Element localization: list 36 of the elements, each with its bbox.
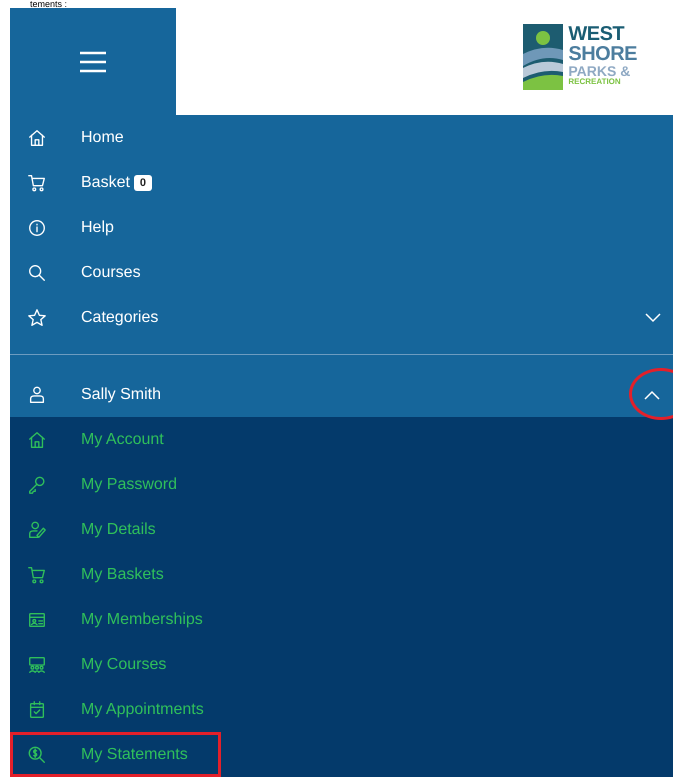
chevron-icon[interactable] xyxy=(644,390,660,400)
account-menu-item[interactable]: My Account xyxy=(10,417,673,462)
menu-icon xyxy=(78,50,108,72)
star-icon xyxy=(27,308,47,328)
home-icon xyxy=(27,430,47,450)
account-menu-item[interactable]: My Appointments xyxy=(10,687,673,732)
menu-item[interactable]: Courses xyxy=(10,250,673,295)
account-menu-item[interactable]: My Baskets xyxy=(10,552,673,597)
logo-text: WEST xyxy=(568,24,626,44)
group-icon xyxy=(27,654,47,674)
home-icon xyxy=(27,128,47,148)
cart-icon xyxy=(27,172,47,192)
count-badge: 0 xyxy=(134,174,152,190)
search-icon xyxy=(27,262,47,282)
cart-icon xyxy=(27,564,47,584)
logo-text: PARKS & xyxy=(568,64,632,78)
statement-search-icon xyxy=(27,744,47,764)
calendar-check-icon xyxy=(27,700,47,720)
menu-item[interactable]: Home xyxy=(10,115,673,160)
info-icon xyxy=(27,218,47,238)
user-edit-icon xyxy=(27,520,47,540)
user-icon xyxy=(27,384,47,404)
menu-item[interactable]: Categories xyxy=(10,295,673,340)
account-menu-item[interactable]: My Details xyxy=(10,507,673,552)
account-menu-item[interactable]: My Password xyxy=(10,462,673,507)
account-menu-item[interactable]: My Statements xyxy=(10,732,221,777)
menu-item[interactable]: Basket 0 xyxy=(10,160,673,205)
menu-item[interactable]: Help xyxy=(10,205,673,250)
account-menu-item[interactable]: My Memberships xyxy=(10,597,673,642)
account-menu-item[interactable]: My Courses xyxy=(10,642,673,687)
chevron-icon[interactable] xyxy=(645,312,661,322)
logo-text: SHORE xyxy=(568,44,637,64)
logo-text: RECREATION xyxy=(568,78,622,86)
logo-icon xyxy=(523,24,564,90)
caption-text: tements : xyxy=(29,0,68,8)
key-icon xyxy=(27,474,47,494)
